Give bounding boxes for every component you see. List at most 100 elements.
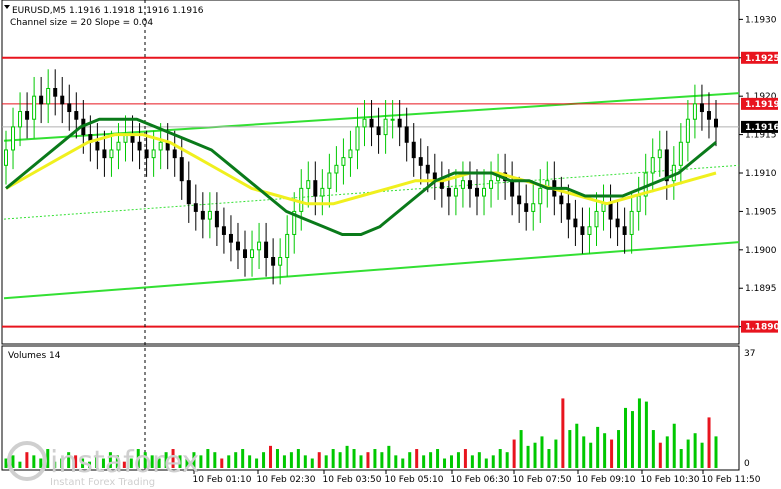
price-tick-label: 1.1930 bbox=[745, 15, 777, 25]
candle-body bbox=[250, 249, 255, 258]
volume-bar bbox=[387, 445, 391, 468]
candle-body bbox=[482, 187, 487, 197]
candle-body bbox=[460, 180, 465, 189]
time-tick-label: 10 Feb 01:10 bbox=[192, 475, 251, 485]
chart-canvas[interactable]: EURUSD,M5 1.1916 1.1918 1.1916 1.1916 Ch… bbox=[0, 0, 781, 489]
volume-bar bbox=[296, 449, 300, 468]
candle-body bbox=[474, 187, 479, 197]
candle-body bbox=[53, 88, 58, 97]
candle-body bbox=[383, 118, 388, 136]
candle-body bbox=[46, 88, 51, 105]
candle-body bbox=[699, 103, 704, 113]
trading-chart-window[interactable]: EURUSD,M5 1.1916 1.1918 1.1916 1.1916 Ch… bbox=[0, 0, 781, 489]
candle-body bbox=[524, 203, 529, 212]
volume-bar bbox=[568, 430, 572, 468]
candle-body bbox=[306, 180, 311, 189]
symbol-info: EURUSD,M5 1.1916 1.1918 1.1916 1.1916 bbox=[12, 6, 204, 16]
volume-bar bbox=[338, 452, 342, 468]
candle-body bbox=[538, 187, 543, 205]
volume-bar bbox=[630, 411, 634, 468]
volume-bar bbox=[11, 455, 15, 468]
candle-body bbox=[158, 141, 163, 151]
candle-body bbox=[285, 233, 290, 258]
candle-body bbox=[369, 118, 374, 128]
candle-body bbox=[517, 195, 522, 205]
candle-body bbox=[355, 126, 360, 151]
candle-body bbox=[418, 157, 423, 166]
volume-bar bbox=[282, 455, 286, 468]
volume-bar bbox=[686, 439, 690, 468]
candle-body bbox=[60, 95, 65, 105]
volume-bar bbox=[512, 439, 516, 468]
candle-body bbox=[411, 141, 416, 159]
candle-body bbox=[39, 95, 44, 105]
volume-bar bbox=[317, 452, 321, 468]
volume-bar bbox=[380, 452, 384, 468]
candle-body bbox=[207, 210, 212, 220]
volume-bar bbox=[505, 452, 509, 468]
time-tick-label: 10 Feb 09:10 bbox=[576, 475, 635, 485]
candle-body bbox=[601, 203, 606, 212]
candle-body bbox=[257, 241, 262, 251]
candle-body bbox=[348, 149, 353, 159]
volume-bar bbox=[227, 455, 231, 468]
volume-bar bbox=[617, 430, 621, 468]
price-panel-frame bbox=[1, 0, 740, 345]
volume-bar bbox=[603, 433, 607, 468]
time-tick-label: 10 Feb 03:50 bbox=[322, 475, 381, 485]
volume-bar bbox=[331, 449, 335, 468]
candle-body bbox=[264, 241, 269, 259]
candle-body bbox=[11, 126, 16, 151]
candle-body bbox=[559, 195, 564, 205]
candle-body bbox=[706, 111, 711, 120]
volume-bar bbox=[554, 439, 558, 468]
volume-bar bbox=[255, 458, 259, 468]
volume-bar bbox=[310, 458, 314, 468]
candle-body bbox=[573, 218, 578, 228]
volume-bar bbox=[324, 455, 328, 468]
volume-bar bbox=[561, 398, 565, 468]
candle-body bbox=[489, 180, 494, 189]
candle-body bbox=[18, 111, 23, 128]
volume-bar bbox=[275, 449, 279, 468]
candle-body bbox=[327, 172, 332, 189]
candle-body bbox=[109, 149, 114, 159]
candle-body bbox=[622, 226, 627, 235]
candle-body bbox=[404, 126, 409, 143]
candle-body bbox=[657, 149, 662, 159]
candle-body bbox=[678, 141, 683, 166]
candle-body bbox=[692, 103, 697, 120]
volume-bar bbox=[477, 452, 481, 468]
volume-axis-min: 0 bbox=[744, 459, 750, 469]
volume-bar bbox=[359, 455, 363, 468]
price-tick-label: 1.1905 bbox=[745, 207, 777, 217]
volume-bar bbox=[199, 455, 203, 468]
volume-bar bbox=[352, 449, 356, 468]
candle-body bbox=[179, 157, 184, 182]
candle-body bbox=[74, 111, 79, 120]
volume-bar bbox=[491, 455, 495, 468]
watermark-brand: instaforex bbox=[50, 445, 199, 480]
volume-bar bbox=[463, 449, 467, 468]
volume-bar bbox=[241, 449, 245, 468]
volume-bar bbox=[519, 430, 523, 468]
volume-bar bbox=[533, 442, 537, 468]
price-tag-label: 1.1890 bbox=[745, 323, 780, 333]
candle-body bbox=[186, 180, 191, 205]
time-tick-label: 10 Feb 05:10 bbox=[384, 475, 443, 485]
volume-bar bbox=[610, 439, 614, 468]
candle-body bbox=[341, 157, 346, 166]
candle-body bbox=[299, 187, 304, 212]
candle-body bbox=[397, 118, 402, 128]
candle-body bbox=[566, 203, 571, 220]
volume-bar bbox=[429, 452, 433, 468]
volume-bar bbox=[25, 452, 29, 468]
candle-body bbox=[580, 226, 585, 235]
candle-body bbox=[650, 157, 655, 174]
volume-bar bbox=[651, 430, 655, 468]
volume-bar bbox=[366, 452, 370, 468]
volume-bar bbox=[575, 423, 579, 468]
candle-body bbox=[320, 187, 325, 197]
volume-bar bbox=[456, 452, 460, 468]
candle-body bbox=[271, 257, 276, 266]
